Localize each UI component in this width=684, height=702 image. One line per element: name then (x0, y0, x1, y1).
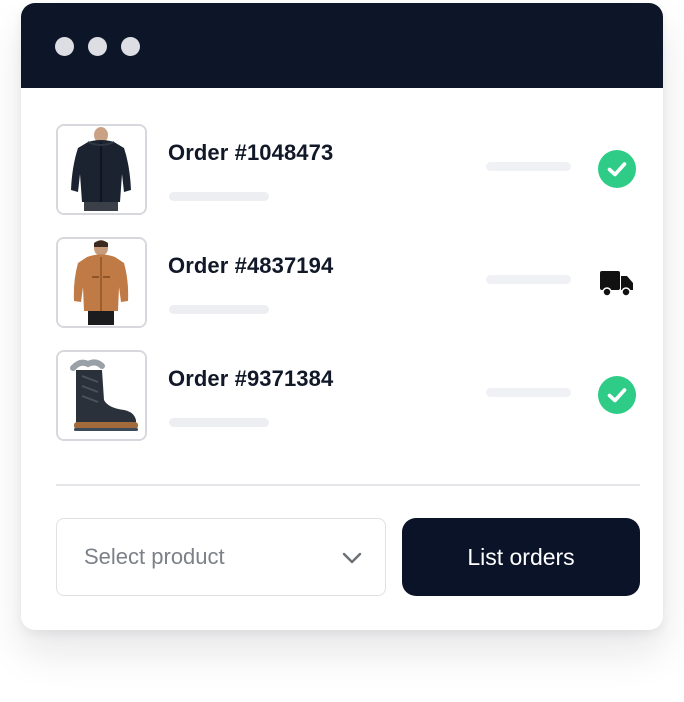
order-detail-placeholder (169, 305, 269, 314)
order-meta-placeholder (486, 388, 571, 397)
winter-boot-image (58, 352, 145, 439)
window-close-dot[interactable] (55, 37, 74, 56)
truck-icon (600, 271, 633, 297)
select-product-dropdown[interactable]: Select product (56, 518, 386, 596)
order-row[interactable]: Order #1048473 (56, 124, 641, 216)
product-thumbnail (56, 124, 147, 215)
window-titlebar (21, 3, 663, 88)
tan-jacket-image (58, 239, 145, 326)
order-meta-placeholder (486, 162, 571, 171)
order-detail-placeholder (169, 192, 269, 201)
check-circle-icon (598, 376, 636, 414)
order-meta-placeholder (486, 275, 571, 284)
product-thumbnail (56, 350, 147, 441)
list-orders-button[interactable]: List orders (402, 518, 640, 596)
check-circle-icon (598, 150, 636, 188)
divider (56, 484, 640, 486)
order-detail-placeholder (169, 418, 269, 427)
order-number: Order #1048473 (168, 140, 334, 165)
select-placeholder: Select product (84, 544, 225, 569)
app-window: Order #1048473 Order #4837194 Order #937… (21, 3, 663, 630)
order-row[interactable]: Order #9371384 (56, 350, 641, 442)
window-maximize-dot[interactable] (121, 37, 140, 56)
black-jacket-image (58, 126, 145, 213)
chevron-down-icon (342, 552, 362, 564)
order-number: Order #4837194 (168, 253, 334, 278)
order-number: Order #9371384 (168, 366, 334, 391)
window-minimize-dot[interactable] (88, 37, 107, 56)
product-thumbnail (56, 237, 147, 328)
order-row[interactable]: Order #4837194 (56, 237, 641, 329)
